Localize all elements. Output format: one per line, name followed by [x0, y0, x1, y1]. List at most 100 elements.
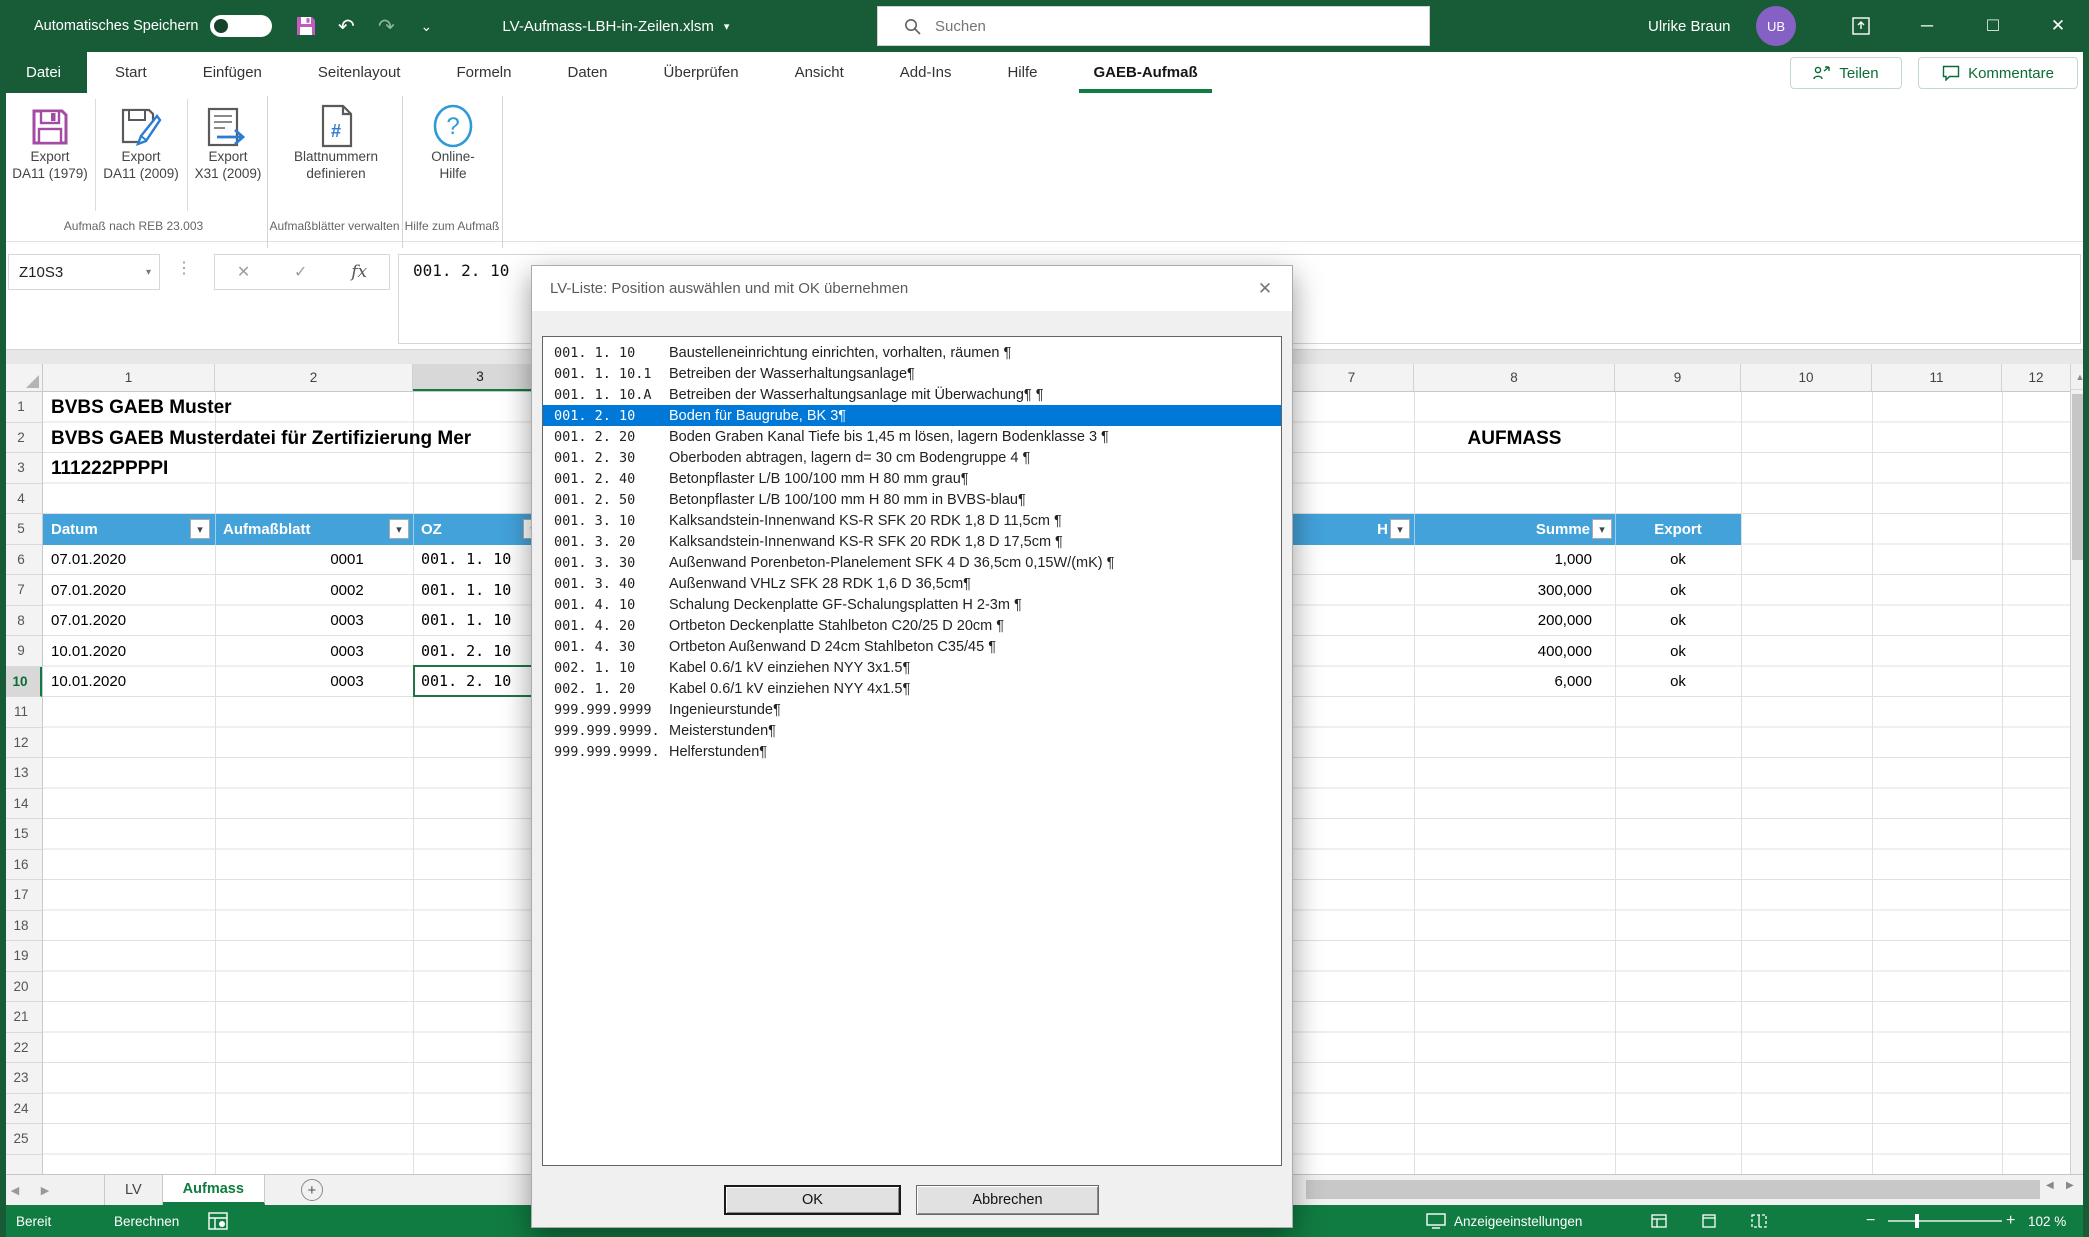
- cell-aufmassblatt[interactable]: 0003: [281, 636, 413, 667]
- comments-button[interactable]: Kommentare: [1918, 57, 2078, 89]
- close-button[interactable]: ✕: [2027, 0, 2089, 52]
- lv-list-item-selected[interactable]: 001. 2. 10Boden für Baugrube, BK 3¶: [543, 405, 1281, 426]
- select-all-corner[interactable]: [0, 364, 43, 392]
- namebox-dropdown-icon[interactable]: ▾: [146, 267, 151, 278]
- minimize-button[interactable]: ─: [1896, 0, 1958, 52]
- lv-list-item[interactable]: 001. 1. 10.1Betreiben der Wasserhaltungs…: [543, 363, 1281, 384]
- add-sheet-button[interactable]: +: [301, 1179, 323, 1201]
- cell-aufmassblatt[interactable]: 0003: [281, 605, 413, 636]
- cancel-button[interactable]: Abbrechen: [916, 1185, 1099, 1215]
- status-calculate[interactable]: Berechnen: [114, 1205, 179, 1237]
- lv-list-item[interactable]: 001. 1. 10Baustelleneinrichtung einricht…: [543, 342, 1281, 363]
- lv-list-item[interactable]: 001. 1. 10.ABetreiben der Wasserhaltungs…: [543, 384, 1281, 405]
- sheet-tab-aufmass[interactable]: Aufmass: [163, 1175, 265, 1205]
- column-header-10[interactable]: 10: [1741, 364, 1872, 391]
- row-header-3[interactable]: 3: [0, 453, 42, 484]
- lv-list-item[interactable]: 001. 3. 10Kalksandstein-Innenwand KS-R S…: [543, 510, 1281, 531]
- lv-list-item[interactable]: 001. 4. 20Ortbeton Deckenplatte Stahlbet…: [543, 615, 1281, 636]
- row-header-2[interactable]: 2: [0, 423, 42, 454]
- filter-button-datum[interactable]: ▾: [190, 519, 210, 539]
- normal-view-button[interactable]: [1644, 1205, 1674, 1237]
- page-layout-view-button[interactable]: [1694, 1205, 1724, 1237]
- lv-list-item[interactable]: 002. 1. 20Kabel 0.6/1 kV einziehen NYY 4…: [543, 678, 1281, 699]
- row-header-14[interactable]: 14: [0, 789, 42, 820]
- cell-aufmass[interactable]: AUFMASS: [1414, 423, 1615, 454]
- row-header-19[interactable]: 19: [0, 941, 42, 972]
- lv-list-item[interactable]: 001. 3. 30Außenwand Porenbeton-Planeleme…: [543, 552, 1281, 573]
- cell-summe[interactable]: 200,000: [1414, 605, 1592, 636]
- lv-list-item[interactable]: 001. 3. 20Kalksandstein-Innenwand KS-R S…: [543, 531, 1281, 552]
- tab-einfuegen[interactable]: Einfügen: [175, 52, 290, 93]
- tab-formeln[interactable]: Formeln: [428, 52, 539, 93]
- zoom-slider[interactable]: [1888, 1205, 2002, 1237]
- page-break-view-button[interactable]: [1744, 1205, 1774, 1237]
- dialog-titlebar[interactable]: LV-Liste: Position auswählen und mit OK …: [532, 266, 1292, 311]
- autosave-toggle[interactable]: [210, 15, 272, 37]
- document-title[interactable]: LV-Aufmass-LBH-in-Zeilen.xlsm: [502, 18, 713, 35]
- row-header-20[interactable]: 20: [0, 972, 42, 1003]
- cell-r1c1[interactable]: BVBS GAEB Muster: [51, 392, 232, 423]
- maximize-button[interactable]: □: [1962, 0, 2024, 52]
- row-header-18[interactable]: 18: [0, 911, 42, 942]
- cell-r2c1[interactable]: BVBS GAEB Musterdatei für Zertifizierung…: [51, 423, 471, 454]
- lv-list-item[interactable]: 001. 3. 40Außenwand VHLz SFK 28 RDK 1,6 …: [543, 573, 1281, 594]
- undo-button[interactable]: ↶: [326, 8, 366, 44]
- cell-datum[interactable]: 07.01.2020: [51, 544, 126, 575]
- cell-oz[interactable]: 001. 1. 10: [421, 544, 511, 575]
- row-header-5[interactable]: 5: [0, 514, 42, 545]
- tab-ansicht[interactable]: Ansicht: [767, 52, 872, 93]
- column-header-12[interactable]: 12: [2002, 364, 2070, 391]
- column-header-7[interactable]: 7: [1290, 364, 1414, 391]
- lv-list-item[interactable]: 001. 2. 50Betonpflaster L/B 100/100 mm H…: [543, 489, 1281, 510]
- row-header-15[interactable]: 15: [0, 819, 42, 850]
- column-header-3[interactable]: 3: [413, 364, 548, 391]
- row-header-9[interactable]: 9: [0, 636, 42, 667]
- cell-aufmassblatt[interactable]: 0003: [281, 666, 413, 697]
- online-hilfe-button[interactable]: ? Online- Hilfe: [408, 96, 498, 214]
- horizontal-scroll-thumb[interactable]: [1306, 1180, 2040, 1199]
- quick-save-button[interactable]: [286, 8, 326, 44]
- zoom-out-button[interactable]: −: [1866, 1205, 1875, 1237]
- row-header-25[interactable]: 25: [0, 1124, 42, 1155]
- lv-list-item[interactable]: 002. 1. 10Kabel 0.6/1 kV einziehen NYY 3…: [543, 657, 1281, 678]
- cell-summe[interactable]: 1,000: [1414, 544, 1592, 575]
- lv-list-item[interactable]: 001. 2. 30Oberboden abtragen, lagern d= …: [543, 447, 1281, 468]
- search-input[interactable]: [933, 17, 1353, 36]
- display-settings-button[interactable]: Anzeigeeinstellungen: [1426, 1205, 1582, 1237]
- row-header-16[interactable]: 16: [0, 850, 42, 881]
- cell-r3c1[interactable]: 111222PPPPI: [51, 453, 168, 484]
- cell-export[interactable]: ok: [1615, 605, 1741, 636]
- dialog-close-icon[interactable]: ✕: [1252, 276, 1278, 302]
- cell-datum[interactable]: 07.01.2020: [51, 605, 126, 636]
- cancel-entry-button[interactable]: ✕: [237, 262, 250, 282]
- macro-record-icon[interactable]: [208, 1205, 228, 1237]
- column-header-2[interactable]: 2: [215, 364, 413, 391]
- tab-ueberpruefen[interactable]: Überprüfen: [636, 52, 767, 93]
- row-header-10[interactable]: 10: [0, 667, 42, 698]
- ribbon-display-options-button[interactable]: [1830, 0, 1892, 52]
- column-header-11[interactable]: 11: [1872, 364, 2002, 391]
- cell-export[interactable]: ok: [1615, 666, 1741, 697]
- row-header-7[interactable]: 7: [0, 575, 42, 606]
- insert-function-button[interactable]: fx: [351, 262, 367, 282]
- filter-button-h[interactable]: ▾: [1390, 519, 1410, 539]
- cell-export[interactable]: ok: [1615, 575, 1741, 606]
- confirm-entry-button[interactable]: ✓: [294, 262, 307, 282]
- lv-list-item[interactable]: 001. 2. 40Betonpflaster L/B 100/100 mm H…: [543, 468, 1281, 489]
- lv-position-list[interactable]: 001. 1. 10Baustelleneinrichtung einricht…: [542, 336, 1282, 1166]
- export-da11-2009-button[interactable]: Export DA11 (2009): [99, 96, 183, 214]
- sheet-tab-lv[interactable]: LV: [104, 1175, 163, 1205]
- cell-aufmassblatt[interactable]: 0002: [281, 575, 413, 606]
- row-header-12[interactable]: 12: [0, 728, 42, 759]
- cell-aufmassblatt[interactable]: 0001: [281, 544, 413, 575]
- lv-list-item[interactable]: 999.999.9999Ingenieurstunde¶: [543, 699, 1281, 720]
- customize-qat-button[interactable]: ⌄: [406, 8, 446, 44]
- tab-seitenlayout[interactable]: Seitenlayout: [290, 52, 429, 93]
- redo-button[interactable]: ↷: [366, 8, 406, 44]
- tab-hilfe[interactable]: Hilfe: [979, 52, 1065, 93]
- lv-list-item[interactable]: 001. 4. 10Schalung Deckenplatte GF-Schal…: [543, 594, 1281, 615]
- tab-addins[interactable]: Add-Ins: [872, 52, 980, 93]
- row-header-21[interactable]: 21: [0, 1002, 42, 1033]
- cell-export[interactable]: ok: [1615, 636, 1741, 667]
- cell-oz[interactable]: 001. 2. 10: [421, 636, 511, 667]
